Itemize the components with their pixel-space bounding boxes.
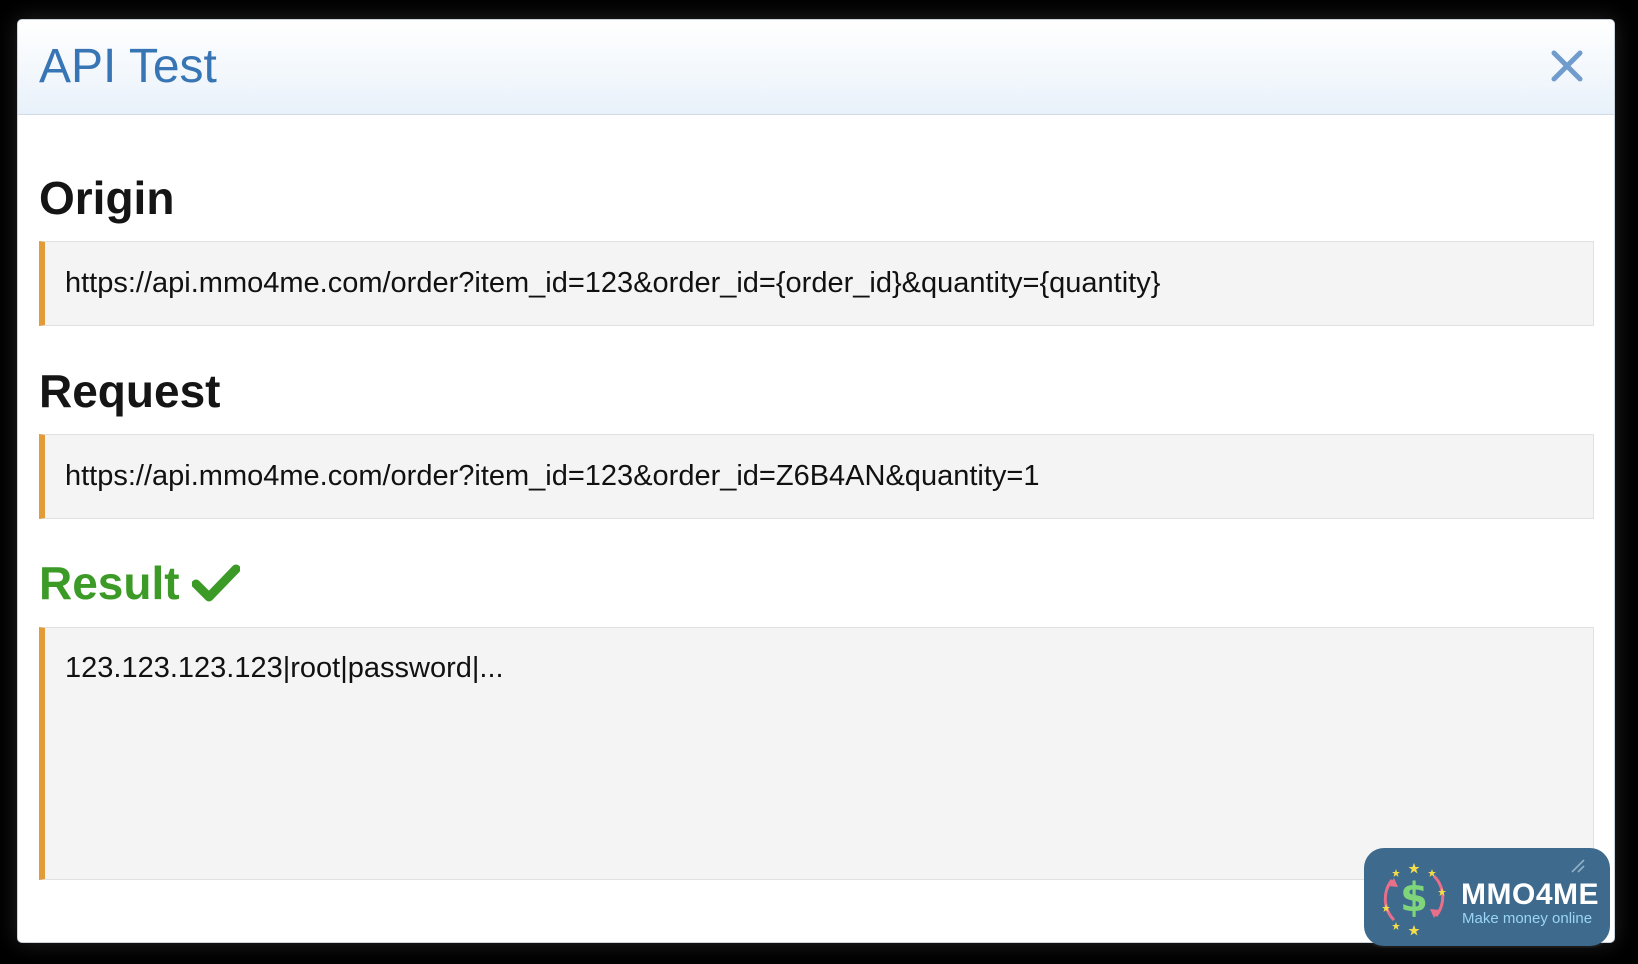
- origin-url-box[interactable]: https://api.mmo4me.com/order?item_id=123…: [39, 241, 1594, 326]
- mmo4me-watermark: $ MMO4ME Make money online: [1364, 848, 1610, 946]
- api-test-dialog: API Test Origin https://api.mmo4me.com/o…: [17, 19, 1615, 943]
- result-heading: Result: [39, 557, 240, 609]
- request-url: https://api.mmo4me.com/order?item_id=123…: [65, 460, 1040, 492]
- origin-heading: Origin: [39, 172, 175, 224]
- result-output: 123.123.123.123|root|password|...: [65, 652, 504, 684]
- checkmark-icon: [191, 564, 240, 602]
- watermark-tagline: Make money online: [1462, 910, 1593, 927]
- resize-grip-icon[interactable]: [1568, 856, 1588, 876]
- result-heading-label: Result: [39, 557, 180, 609]
- request-heading: Request: [39, 365, 221, 417]
- dollar-coin-logo-icon: $: [1382, 863, 1446, 936]
- request-url-box[interactable]: https://api.mmo4me.com/order?item_id=123…: [39, 434, 1594, 519]
- dialog-title: API Test: [39, 40, 217, 93]
- close-icon: [1551, 50, 1583, 82]
- dialog-header: API Test: [18, 20, 1614, 115]
- origin-url: https://api.mmo4me.com/order?item_id=123…: [65, 267, 1161, 299]
- watermark-brand-name: MMO4ME: [1461, 878, 1599, 911]
- svg-text:$: $: [1400, 875, 1428, 921]
- close-button[interactable]: [1546, 45, 1588, 87]
- result-output-box[interactable]: 123.123.123.123|root|password|...: [39, 627, 1594, 880]
